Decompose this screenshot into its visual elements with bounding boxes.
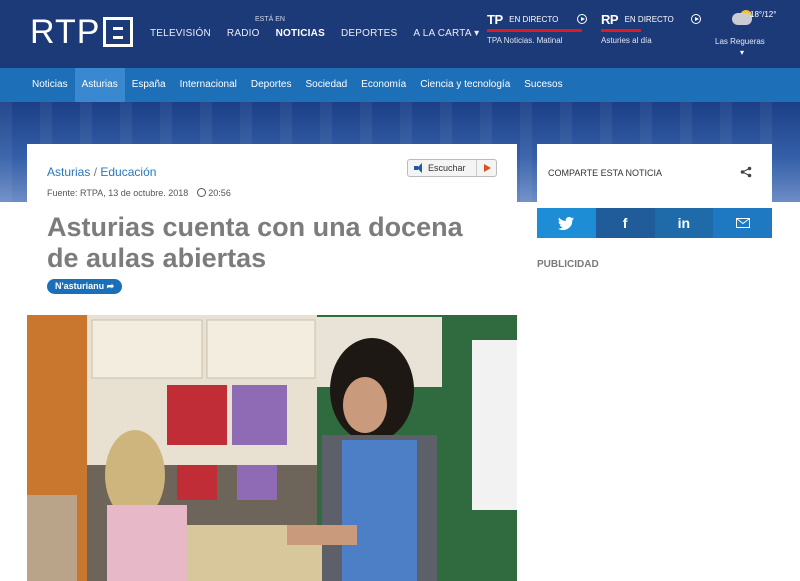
live-radio-brand: RP [601,12,619,27]
article-header-card: Asturias / Educación Fuente: RTPA, 13 de… [27,144,517,204]
share-icon[interactable] [740,166,752,178]
share-box: COMPARTE ESTA NOTICIA [537,144,772,204]
nav-television[interactable]: TELEVISIÓN [150,28,211,39]
section-asturias[interactable]: Asturias [74,68,125,102]
weather-temp: 18°/12° [750,10,777,19]
live-tv-bar [487,29,582,32]
live-tv-label: EN DIRECTO [509,15,559,24]
nav-noticias[interactable]: NOTICIAS [276,28,325,39]
live-tv[interactable]: TP EN DIRECTO TPA Noticias. Matinal [487,12,587,45]
nav-a-la-carta[interactable]: A LA CARTA ▾ [413,28,479,39]
live-tv-brand: TP [487,12,503,27]
section-nav: Noticias Asturias España Internacional D… [0,68,800,102]
asturian-version-button[interactable]: N'asturianu ➦ [47,279,123,294]
article-source: Fuente: RTPA, 13 de octubre. 2018 [47,188,189,198]
play-icon[interactable] [691,14,701,24]
live-radio-program: Asturies al día [601,36,652,45]
clock-icon [196,188,206,197]
live-radio-bar [601,29,641,32]
mail-icon [735,218,750,228]
section-ciencia[interactable]: Ciencia y tecnología [413,68,517,102]
article-title: Asturias cuenta con una docena de aulas … [47,212,463,273]
article-photo[interactable] [27,315,517,581]
article-meta: Fuente: RTPA, 13 de octubre. 2018 20:56 [47,188,231,198]
speaker-icon [414,163,424,173]
top-bar: RTP ESTÁ EN TELEVISIÓN RADIO NOTICIAS DE… [0,0,800,68]
section-sucesos[interactable]: Sucesos [517,68,569,102]
email-share-button[interactable] [713,208,772,238]
breadcrumb: Asturias / Educación [47,165,156,179]
share-buttons: f in [537,208,772,238]
section-espana[interactable]: España [125,68,173,102]
article-time: 20:56 [208,188,231,198]
listen-button[interactable]: Escuchar [407,159,497,177]
section-noticias[interactable]: Noticias [25,68,75,102]
linkedin-icon: in [677,215,691,231]
rtp-logo[interactable]: RTP [30,13,134,51]
breadcrumb-educacion[interactable]: Educación [100,165,156,179]
section-internacional[interactable]: Internacional [173,68,244,102]
logo-mark-icon [103,17,134,47]
advertising-label: PUBLICIDAD [537,259,599,270]
live-radio-label: EN DIRECTO [624,15,674,24]
nav-prefix: ESTÁ EN [255,16,285,23]
classroom-photo [27,315,517,581]
live-tv-program: TPA Noticias. Matinal [487,36,563,45]
listen-label: Escuchar [428,163,466,173]
main-nav: TELEVISIÓN RADIO NOTICIAS DEPORTES A LA … [150,28,479,39]
facebook-share-button[interactable]: f [595,208,655,238]
twitter-icon [558,216,575,230]
facebook-icon: f [622,215,628,231]
breadcrumb-asturias[interactable]: Asturias [47,165,90,179]
linkedin-share-button[interactable]: in [654,208,714,238]
play-icon[interactable] [476,160,496,176]
nav-a-la-carta-label: A LA CARTA [413,28,472,39]
logo-text: RTP [30,13,101,51]
nav-radio[interactable]: RADIO [227,28,260,39]
section-sociedad[interactable]: Sociedad [298,68,354,102]
weather-place: Las Regueras [715,37,765,46]
live-radio[interactable]: RP EN DIRECTO Asturies al día [601,12,701,45]
chevron-down-icon[interactable]: ▾ [740,48,744,57]
nav-deportes[interactable]: DEPORTES [341,28,397,39]
play-icon[interactable] [577,14,587,24]
share-label: COMPARTE ESTA NOTICIA [548,168,663,178]
cloud-icon [732,13,752,25]
twitter-share-button[interactable] [537,208,596,238]
section-deportes[interactable]: Deportes [244,68,299,102]
section-economia[interactable]: Economía [354,68,413,102]
